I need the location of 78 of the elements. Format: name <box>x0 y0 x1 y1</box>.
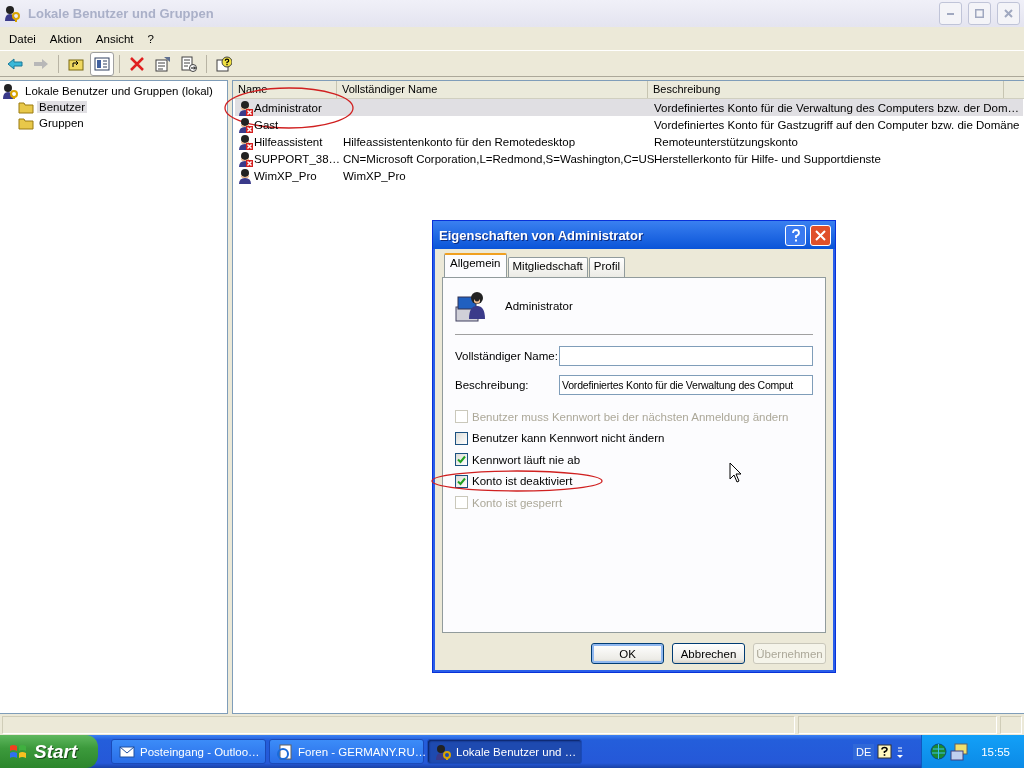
help-icon <box>216 55 232 72</box>
checkbox-label: Benutzer muss Kennwort bei der nächsten Anmeldung ändern <box>472 410 789 423</box>
mouse-pointer-icon <box>729 462 742 483</box>
taskbar-button[interactable]: Foren - GERMANY.RU… <box>269 739 424 764</box>
menu-item[interactable]: Datei <box>2 30 43 47</box>
tree-toggle-icon <box>94 55 110 72</box>
field-label: Beschreibung: <box>455 379 530 391</box>
description: Vordefiniertes Konto für die Verwaltung des Computers bzw. der Dom… <box>654 101 1019 114</box>
globe-icon[interactable] <box>930 743 948 760</box>
start-button[interactable]: Start <box>0 735 98 768</box>
tab[interactable]: Profil <box>588 257 625 277</box>
description: Vordefiniertes Konto für Gastzugriff auf den Computer bzw. die Domäne <box>654 118 1020 131</box>
browser-icon <box>277 743 293 760</box>
text-field[interactable] <box>559 346 813 366</box>
full-name: Hilfeassistentenkonto für den Remotedesktop <box>343 135 576 148</box>
close-icon <box>815 229 826 241</box>
window-title: Lokale Benutzer und Gruppen <box>28 6 215 21</box>
maximize-icon <box>975 9 984 18</box>
full-name: WimXP_Pro <box>343 169 406 182</box>
export-list-icon <box>181 55 197 72</box>
checkmark-icon <box>457 476 466 486</box>
user-name: SUPPORT_38… <box>254 152 341 165</box>
checkbox[interactable] <box>455 431 468 445</box>
network-computers-icon[interactable] <box>950 742 969 761</box>
minimize-icon <box>947 12 954 15</box>
envelope-icon <box>119 743 135 760</box>
close-icon <box>1004 9 1013 18</box>
user-name: Hilfeassistent <box>254 135 323 148</box>
tree-item[interactable]: Gruppen <box>37 117 86 129</box>
checkbox[interactable] <box>455 453 468 467</box>
description: Herstellerkonto für Hilfe- und Supportdienste <box>654 152 881 165</box>
column-header[interactable]: Beschreibung <box>648 81 1004 98</box>
properties-icon <box>155 55 171 72</box>
checkbox-label: Kennwort läuft nie ab <box>472 453 581 466</box>
text-field[interactable]: Vordefiniertes Konto für die Verwaltung des Comput <box>559 375 813 395</box>
dialog-button[interactable]: Abbrechen <box>672 643 745 664</box>
status-bar-panel <box>1000 716 1022 734</box>
menu-item[interactable]: Aktion <box>42 30 89 47</box>
checkmark-icon <box>457 455 466 465</box>
clock: 15:55 <box>981 745 1010 758</box>
taskbar-button[interactable]: Posteingang - Outloo… <box>111 739 266 764</box>
dialog-button[interactable]: OK <box>591 643 664 664</box>
folder-icon <box>18 99 34 115</box>
help-icon[interactable] <box>877 743 894 760</box>
tree-toggle-button[interactable] <box>90 51 114 76</box>
menu-item[interactable]: Ansicht <box>88 30 141 47</box>
tab[interactable]: Mitgliedschaft <box>507 257 588 277</box>
menu-item[interactable]: ? <box>140 30 161 47</box>
app-icon <box>4 4 22 23</box>
full-name: CN=Microsoft Corporation,L=Redmond,S=Washington,C=US <box>343 152 655 165</box>
options-caret-icon[interactable] <box>896 744 905 759</box>
list-row[interactable]: WimXP_Pro WimXP_Pro <box>235 167 1024 184</box>
checkbox-label: Benutzer kann Kennwort nicht ändern <box>472 432 665 445</box>
description: Remoteunterstützungskonto <box>654 135 798 148</box>
checkbox[interactable] <box>455 474 468 488</box>
taskbar-button[interactable]: Lokale Benutzer und … <box>427 739 582 764</box>
tree-item[interactable]: Benutzer <box>37 101 88 113</box>
user-name: Administrator <box>254 101 322 114</box>
help-button[interactable] <box>785 224 806 246</box>
dialog-title: Eigenschaften von Administrator <box>439 227 644 243</box>
taskbar-button-label: Lokale Benutzer und … <box>456 745 577 758</box>
field-label: Vollständiger Name: <box>455 350 559 362</box>
checkbox-label: Konto ist deaktiviert <box>472 475 573 488</box>
help-icon <box>790 228 801 242</box>
taskbar-button-label: Posteingang - Outloo… <box>140 745 260 758</box>
users-icon <box>435 743 451 760</box>
column-header[interactable]: Vollständiger Name <box>337 81 648 98</box>
language-indicator[interactable]: DE <box>852 743 875 760</box>
user-name: Administrator <box>505 300 573 312</box>
folder-icon <box>18 115 34 131</box>
back-icon <box>7 55 23 72</box>
users-icon <box>2 83 20 99</box>
tab[interactable]: Allgemein <box>444 253 507 277</box>
tree-item[interactable]: Lokale Benutzer und Gruppen (lokal) <box>23 85 215 97</box>
user-name: WimXP_Pro <box>254 169 317 182</box>
checkbox-label: Konto ist gesperrt <box>472 496 563 509</box>
taskbar-button-label: Foren - GERMANY.RU… <box>298 745 427 758</box>
delete-icon <box>129 55 145 72</box>
